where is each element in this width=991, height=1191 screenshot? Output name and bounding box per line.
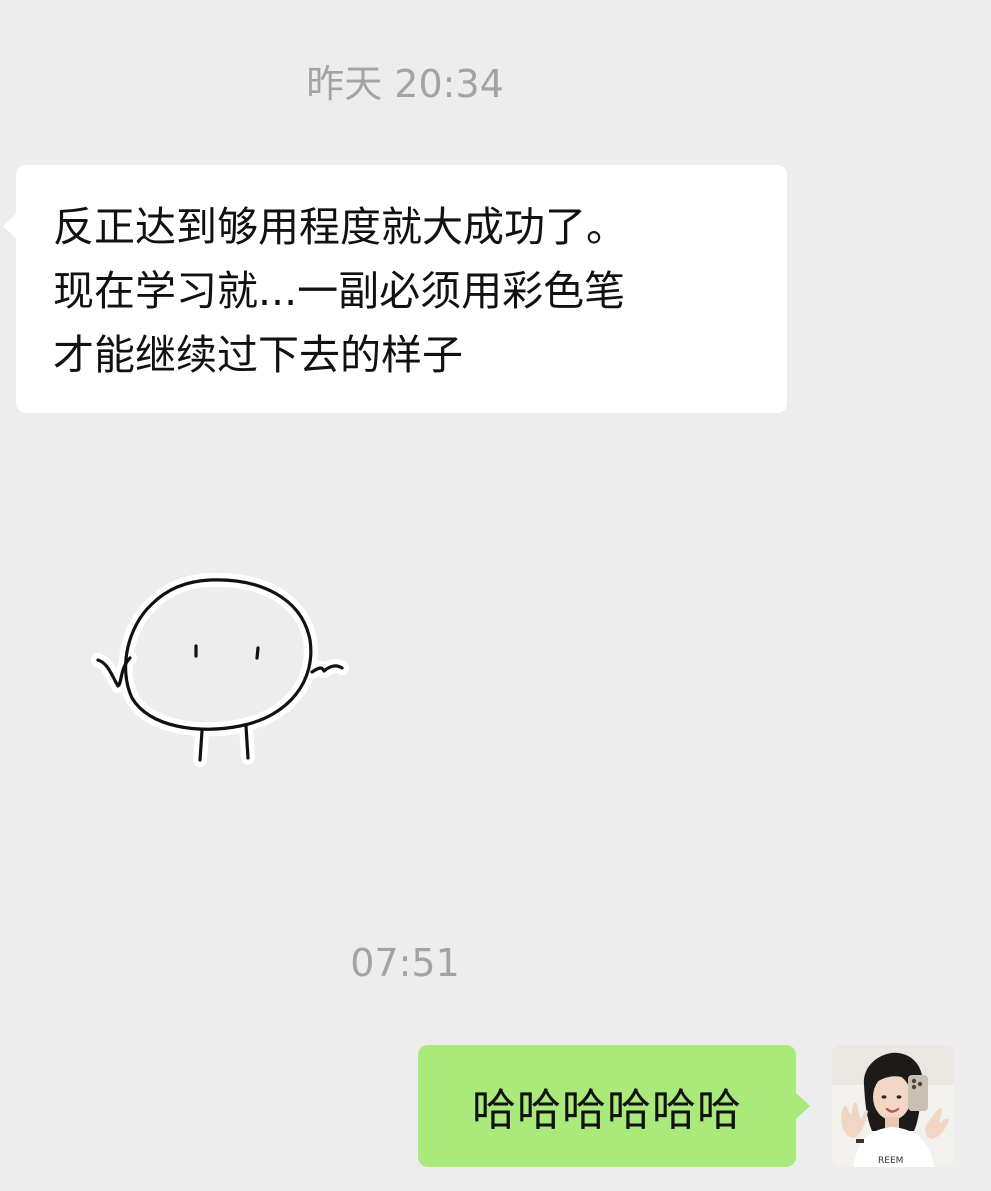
incoming-message-line-2: 现在学习就...一副必须用彩色笔 bbox=[53, 267, 626, 315]
incoming-message-bubble[interactable]: 反正达到够用程度就大成功了。 现在学习就...一副必须用彩色笔 才能继续过下去的… bbox=[3, 165, 787, 413]
doodle-figure-icon bbox=[91, 572, 349, 767]
shrug-sticker[interactable] bbox=[90, 568, 350, 773]
svg-text:REEM: REEM bbox=[878, 1156, 903, 1166]
selfie-avatar-icon: REEM bbox=[832, 1045, 954, 1167]
avatar[interactable]: REEM bbox=[832, 1045, 954, 1167]
timestamp-today: 07:51 bbox=[350, 941, 460, 985]
outgoing-message-text: 哈哈哈哈哈哈 bbox=[472, 1085, 742, 1136]
timestamp-yesterday: 昨天 20:34 bbox=[306, 62, 504, 106]
outgoing-message-bubble[interactable]: 哈哈哈哈哈哈 bbox=[418, 1045, 810, 1167]
incoming-message-line-3: 才能继续过下去的样子 bbox=[53, 331, 463, 379]
incoming-message-line-1: 反正达到够用程度就大成功了。 bbox=[53, 203, 627, 251]
